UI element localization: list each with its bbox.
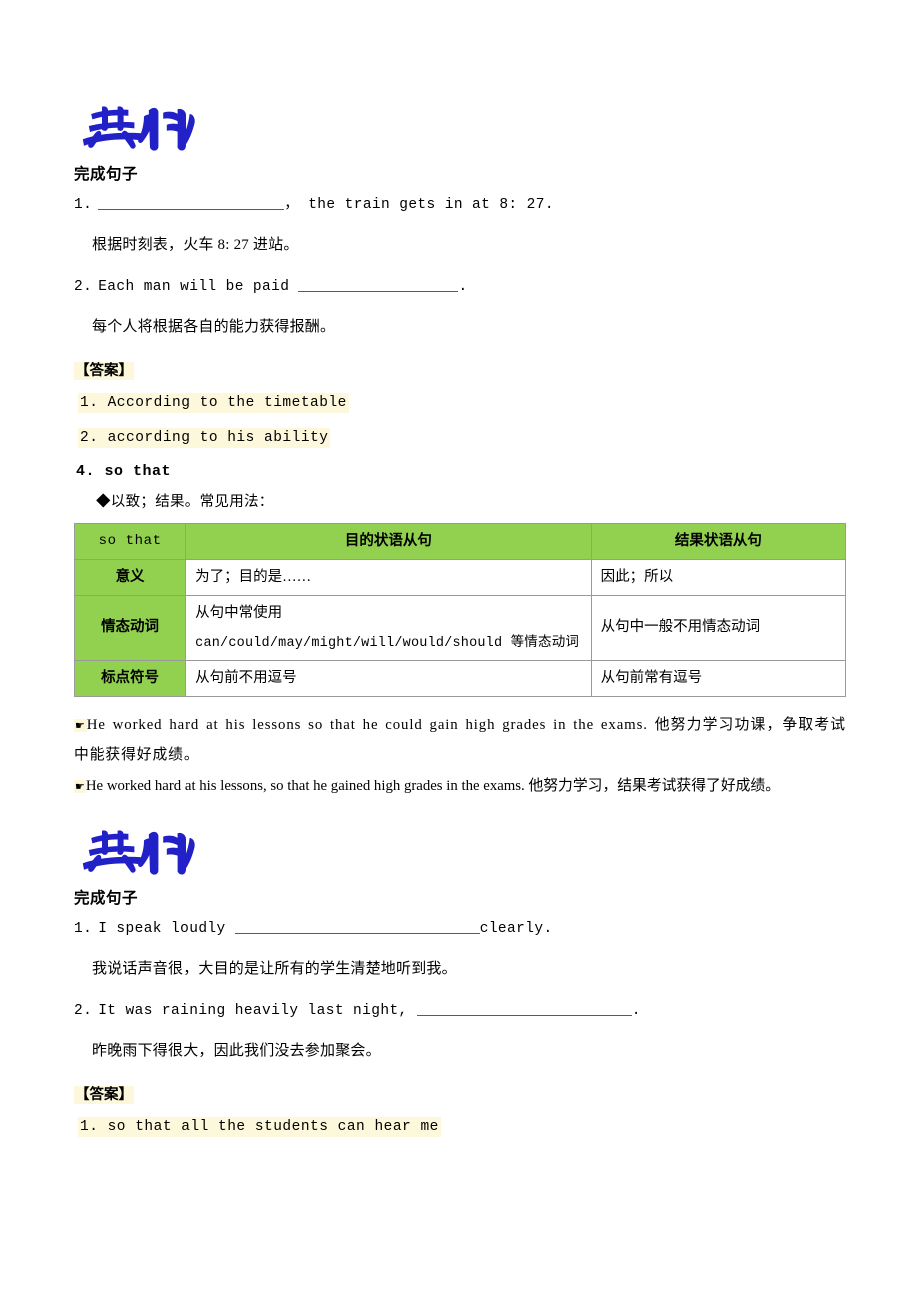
question-text-after: . [631,1002,641,1019]
question-text-after: . [458,278,468,295]
answer-blank[interactable] [98,197,285,211]
question-line-2-2: 2. It was raining heavily last night, . [74,1002,846,1020]
example-english: He worked hard at his lessons so that he… [86,717,648,734]
cell-line: 从句前不用逗号 [195,670,297,687]
table-header-cell-0: so that [73,522,187,560]
translation-2-2: 昨晚雨下得很大，因此我们没去参加聚会。 [92,1042,381,1059]
answer-label-1: 【答案】 [74,359,846,381]
cell-line: 为了；目的是…… [195,568,312,585]
answer-label-text: 【答案】 [74,1086,134,1105]
answer-blank[interactable] [416,1003,632,1016]
example-sentence-1: ☛He worked hard at his lessons so that h… [74,711,846,770]
cell-punct-result: 从句前常有逗号 [590,660,847,698]
question-number: 2. [74,278,93,295]
question-text-after: clearly. [479,921,553,938]
answer-label-2: 【答案】 [74,1083,846,1105]
answer-blank[interactable] [234,921,480,935]
question-number: 1. [74,921,93,938]
cell-line: 从句前常有逗号 [600,670,703,687]
cell-punct-purpose: 从句前不用逗号 [185,660,592,698]
question-text-before: It was raining heavily last night, [98,1002,417,1019]
cell-meaning-purpose: 为了；目的是…… [185,558,592,596]
question-text-before: Each man will be paid [98,278,299,295]
row-label-punctuation: 标点符号 [73,660,187,698]
example-english: He worked hard at his lessons, so that h… [85,778,525,795]
answer-blank[interactable] [298,279,459,292]
table-row: 意义 为了；目的是…… 因此；所以 [73,558,847,596]
answer-item-1-1: 1. According to the timetable [78,393,846,414]
translation-1-2: 每个人将根据各自的能力获得报酬。 [92,318,336,335]
row-label-meaning: 意义 [73,558,187,596]
dianli-calligraphy-logo-1 [82,106,195,151]
answer-text: 1. According to the timetable [78,393,349,414]
section-heading-1: 完成句子 [74,165,139,183]
example-sentence-2: ☛He worked hard at his lessons, so that … [74,772,846,802]
question-line-1-2: 2. Each man will be paid . [74,278,846,296]
question-line-2-1: 1. I speak loudly clearly. [74,920,846,938]
row-label-modal-verbs: 情态动词 [73,594,187,662]
cell-modal-purpose: 从句中常使用 can/could/may/might/will/would/sh… [185,594,592,662]
answer-item-2-1: 1. so that all the students can hear me [78,1117,846,1138]
cell-meaning-result: 因此；所以 [590,558,847,596]
question-line-1-1: 1. ， the train gets in at 8: 27. [74,196,846,214]
worksheet-page: 完成句子 1. ， the train gets in at 8: 27. 根据时… [0,0,920,1302]
question-text-after: ， the train gets in at 8: 27. [284,197,554,214]
section-heading-2: 完成句子 [74,889,139,908]
pointer-hand-icon: ☛ [74,780,86,794]
example-chinese: 他努力学习，结果考试获得了好成绩。 [528,778,781,795]
table-row: 情态动词 从句中常使用 can/could/may/might/will/wou… [73,594,847,662]
answer-text: 1. so that all the students can hear me [78,1117,441,1138]
answer-text: 2. according to his ability [78,427,331,448]
cell-line: 从句中常使用 [195,604,283,621]
cell-line-modals: can/could/may/might/will/would/should 等情… [195,635,580,651]
grammar-point-note: ◆以致；结果。常见用法： [96,493,274,510]
grammar-comparison-table: so that 目的状语从句 结果状语从句 意义 为了；目的是…… 因此；所以 … [73,522,847,698]
table-row: 标点符号 从句前不用逗号 从句前常有逗号 [73,660,847,698]
page-content: 完成句子 1. ， the train gets in at 8: 27. 根据时… [73,96,847,1153]
question-number: 1. [74,197,93,214]
table-header-row: so that 目的状语从句 结果状语从句 [73,522,847,560]
cell-line: 从句中一般不用情态动词 [600,619,761,636]
table-header-cell-1: 目的状语从句 [185,522,592,560]
grammar-point-title: 4. so that [76,462,172,480]
question-text-before: I speak loudly [98,921,235,938]
answer-item-1-2: 2. according to his ability [78,427,846,448]
translation-1-1: 根据时刻表，火车 8: 27 进站。 [92,237,299,254]
answer-label-text: 【答案】 [74,362,134,381]
translation-2-1: 我说话声音很，大目的是让所有的学生清楚地听到我。 [92,961,457,978]
dianli-calligraphy-logo-2 [82,830,195,875]
cell-line: 因此；所以 [600,568,674,585]
pointer-hand-icon: ☛ [74,719,87,733]
table-header-cell-2: 结果状语从句 [590,522,847,560]
question-number: 2. [74,1002,93,1019]
cell-modal-result: 从句中一般不用情态动词 [590,594,847,662]
